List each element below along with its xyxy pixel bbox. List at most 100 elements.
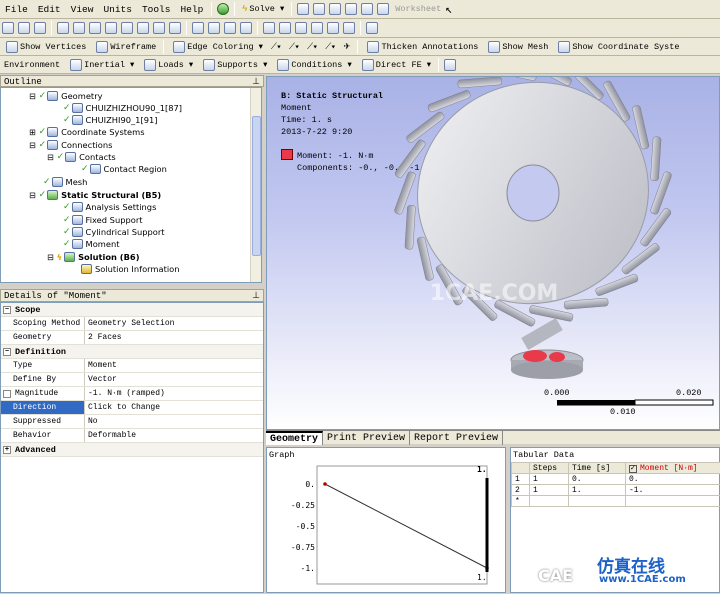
details-row-behavior[interactable]: BehaviorDeformable	[1, 429, 263, 443]
tab-geometry[interactable]: Geometry	[266, 431, 323, 445]
box-zoom-icon[interactable]	[240, 22, 252, 34]
details-section-definition[interactable]: −Definition	[1, 345, 263, 359]
select-edge-icon[interactable]	[89, 22, 101, 34]
wireframe-view-icon[interactable]	[343, 22, 355, 34]
expand-icon[interactable]: +	[3, 446, 11, 454]
tree-item-contacts[interactable]: ⊟ ✓Contacts	[47, 151, 116, 163]
table-row[interactable]: 2 1 1. -1.	[512, 485, 720, 496]
new-coordinate-icon[interactable]	[2, 22, 14, 34]
pin-icon[interactable]: ⊥	[252, 291, 260, 300]
select-face-icon[interactable]	[105, 22, 117, 34]
pan-icon[interactable]	[208, 22, 220, 34]
tree-item-analysis-settings[interactable]: ✓Analysis Settings	[63, 201, 156, 213]
pin-tool-button[interactable]: ✈	[340, 39, 353, 55]
checkbox-checked-icon[interactable]: ✓	[629, 465, 637, 473]
menu-units[interactable]: Units	[98, 4, 137, 15]
details-row-define-by[interactable]: Define ByVector	[1, 373, 263, 387]
parameter-checkbox[interactable]	[3, 390, 11, 398]
viewport-layout-icon[interactable]	[366, 22, 378, 34]
show-mesh-button[interactable]: Show Mesh	[483, 39, 551, 55]
inertial-button[interactable]: Inertial ▾	[65, 57, 137, 73]
direct-fe-button[interactable]: Direct FE ▾	[357, 57, 434, 73]
export-icon[interactable]	[377, 3, 389, 15]
check-icon[interactable]	[217, 3, 229, 15]
graphics-viewport[interactable]: B: Static Structural Moment Time: 1. s 2…	[266, 76, 720, 430]
tree-item-solution[interactable]: ⊟ ϟSolution (B6)	[47, 251, 140, 263]
next-view-icon[interactable]	[311, 22, 323, 34]
wireframe-button[interactable]: Wireframe	[91, 39, 159, 55]
show-vertices-button[interactable]: Show Vertices	[1, 39, 89, 55]
help-icon[interactable]	[297, 3, 309, 15]
select-body-icon[interactable]	[121, 22, 133, 34]
select-mode-icon[interactable]	[137, 22, 149, 34]
edge-coloring-button[interactable]: Edge Coloring ▾	[168, 39, 266, 55]
conditions-button[interactable]: Conditions ▾	[272, 57, 354, 73]
loads-button[interactable]: Loads ▾	[139, 57, 196, 73]
mesh-select-icon[interactable]	[169, 22, 181, 34]
details-section-advanced[interactable]: +Advanced	[1, 443, 263, 457]
tree-item-body-1[interactable]: ✓CHUIZHIZHOU90_1[87]	[63, 102, 182, 114]
tree-item-static-structural[interactable]: ⊟ ✓Static Structural (B5)	[29, 189, 161, 201]
supports-button[interactable]: Supports ▾	[198, 57, 270, 73]
image-options-icon[interactable]	[361, 3, 373, 15]
col-moment[interactable]: ✓Moment [N·m]	[625, 463, 720, 474]
image-icon[interactable]	[345, 3, 357, 15]
outline-scrollbar[interactable]	[250, 88, 261, 282]
pin-icon[interactable]: ⊥	[252, 77, 260, 85]
collapse-icon[interactable]: −	[3, 348, 11, 356]
edge-style-1-button[interactable]: ⟋▾	[268, 39, 284, 55]
menu-edit[interactable]: Edit	[33, 4, 66, 15]
mail-icon[interactable]	[313, 3, 325, 15]
text-icon[interactable]	[329, 3, 341, 15]
tree-item-fixed-support[interactable]: ✓Fixed Support	[63, 214, 142, 226]
cursor-help-icon[interactable]: ↖	[445, 2, 452, 16]
select-node-icon[interactable]	[153, 22, 165, 34]
tree-item-connections[interactable]: ⊟ ✓Connections	[29, 139, 112, 151]
details-row-magnitude[interactable]: Magnitude-1. N·m (ramped)	[1, 387, 263, 401]
edge-style-2-button[interactable]: ⟋▾	[286, 39, 302, 55]
menu-file[interactable]: File	[0, 4, 33, 15]
xyz-icon[interactable]	[18, 22, 30, 34]
details-row-scoping-method[interactable]: Scoping MethodGeometry Selection	[1, 317, 263, 331]
tree-item-cylindrical-support[interactable]: ✓Cylindrical Support	[63, 226, 165, 238]
details-row-direction[interactable]: DirectionClick to Change	[1, 401, 263, 415]
edge-style-4-button[interactable]: ⟋▾	[322, 39, 338, 55]
tab-print-preview[interactable]: Print Preview	[323, 431, 410, 445]
magnifier-icon[interactable]	[279, 22, 291, 34]
tree-item-contact-region[interactable]: ✓Contact Region	[81, 163, 167, 175]
tab-report-preview[interactable]: Report Preview	[410, 431, 503, 445]
menu-view[interactable]: View	[66, 4, 99, 15]
tree-item-mesh[interactable]: ✓Mesh	[43, 176, 87, 188]
previous-view-icon[interactable]	[295, 22, 307, 34]
tree-item-geometry[interactable]: ⊟ ✓Geometry	[29, 90, 103, 102]
zoom-icon[interactable]	[224, 22, 236, 34]
table-row[interactable]: 1 1 0. 0.	[512, 474, 720, 485]
menu-help[interactable]: Help	[175, 4, 208, 15]
coordinate-icon	[47, 127, 58, 137]
select-icon[interactable]	[57, 22, 69, 34]
details-row-suppressed[interactable]: SuppressedNo	[1, 415, 263, 429]
worksheet-button[interactable]: Worksheet	[392, 1, 444, 17]
details-row-type[interactable]: TypeMoment	[1, 359, 263, 373]
tree-item-solution-information[interactable]: Solution Information	[81, 263, 179, 275]
iso-view-icon[interactable]	[327, 22, 339, 34]
edge-style-3-button[interactable]: ⟋▾	[304, 39, 320, 55]
worksheet-icon[interactable]	[444, 59, 456, 71]
tree-item-moment[interactable]: ✓Moment	[63, 238, 119, 250]
details-row-geometry[interactable]: Geometry2 Faces	[1, 331, 263, 345]
table-new-row[interactable]: *	[512, 496, 720, 507]
details-section-scope[interactable]: −Scope	[1, 303, 263, 317]
show-coordinate-systems-button[interactable]: Show Coordinate Syste	[553, 39, 682, 55]
thicken-annotations-button[interactable]: Thicken Annotations	[362, 39, 481, 55]
tree-item-coordinate-systems[interactable]: ⊞ ✓Coordinate Systems	[29, 126, 145, 138]
scrollbar-thumb[interactable]	[252, 116, 261, 256]
tree-item-body-2[interactable]: ✓CHUIZHI90_1[91]	[63, 114, 157, 126]
menu-tools[interactable]: Tools	[137, 4, 176, 15]
zoom-fit-icon[interactable]	[263, 22, 275, 34]
select-vertex-icon[interactable]	[73, 22, 85, 34]
rotate-icon[interactable]	[192, 22, 204, 34]
section-plane-icon[interactable]	[34, 22, 46, 34]
solve-button[interactable]: ϟSolve ▾	[239, 1, 287, 17]
collapse-icon[interactable]: −	[3, 306, 11, 314]
contact-region-icon	[90, 164, 101, 174]
